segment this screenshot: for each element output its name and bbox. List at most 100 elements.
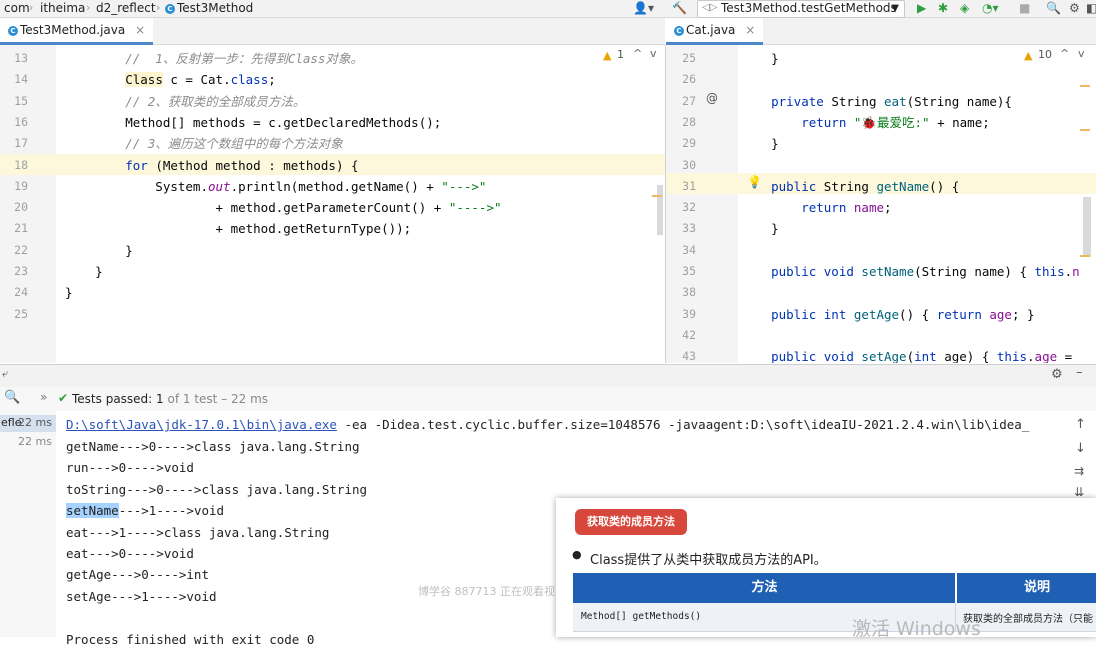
code-token: getName (876, 178, 930, 194)
breadcrumb-com[interactable]: com (4, 0, 30, 16)
run-icon[interactable]: ▶ (917, 1, 926, 15)
more-icon[interactable]: ◧ (1086, 1, 1096, 15)
scrollbar-thumb[interactable] (657, 185, 663, 235)
close-icon[interactable]: × (745, 23, 755, 37)
profile-icon[interactable]: ◔▾ (982, 1, 999, 15)
right-editor[interactable]: 25 } 26 27 private String eat(String name)… (666, 45, 1096, 363)
run-tool-window-header: ⤶ ⚙ – (0, 364, 1096, 388)
line-number: 17 (14, 136, 28, 151)
code-token: out (208, 178, 231, 194)
gear-icon[interactable]: ⚙ (1069, 1, 1080, 15)
previous-highlight-icon[interactable]: ^ (633, 47, 642, 60)
code-token: // 2、获取类的全部成员方法。 (65, 93, 306, 109)
next-highlight-icon[interactable]: v (650, 47, 657, 60)
check-icon: ✔ (58, 391, 69, 405)
line-number: 35 (682, 264, 696, 278)
close-icon[interactable]: × (135, 23, 145, 37)
code-token: public void (741, 264, 854, 279)
code-token: System. (65, 178, 208, 194)
code-token: "🐞最爱吃:" (853, 114, 930, 130)
code-token: eat (884, 93, 907, 109)
user-icon[interactable]: 👤▾ (633, 1, 654, 15)
code-token: return (936, 306, 982, 322)
scroll-to-end-icon[interactable]: ⇊ (1074, 485, 1084, 499)
code-line: public int getAge() { return age; } (741, 304, 1034, 325)
arrow-up-icon[interactable]: ↑ (1075, 417, 1086, 432)
code-token: } (65, 242, 133, 258)
code-token: String (816, 178, 877, 194)
build-hammer-icon[interactable]: 🔨 (672, 1, 687, 15)
code-token: class (230, 72, 269, 88)
next-highlight-icon[interactable]: v (1078, 47, 1085, 60)
tab-test3method[interactable]: C Test3Method.java × (0, 18, 154, 45)
header-description: 说明 (1023, 580, 1050, 595)
warning-stripe (1080, 255, 1090, 257)
scrollbar-thumb[interactable] (1083, 197, 1091, 257)
code-token: } (65, 264, 103, 279)
line-number: 18 (14, 157, 28, 172)
breadcrumb-d2-reflect[interactable]: d2_reflect (96, 0, 156, 16)
code-token: this (1034, 264, 1065, 279)
minimize-icon[interactable]: – (1076, 365, 1083, 380)
navigation-bar: com › itheima › d2_reflect › C Test3Metho… (0, 0, 1096, 18)
breadcrumb-class[interactable]: C Test3Method (165, 0, 253, 16)
code-token: public void (741, 349, 854, 363)
previous-highlight-icon[interactable]: ^ (1060, 47, 1069, 60)
console-line-rest: --->1---->void (118, 503, 225, 519)
code-token: this (996, 349, 1028, 363)
search-icon[interactable]: 🔍 (1046, 1, 1061, 15)
line-number: 24 (14, 285, 28, 300)
code-token: // 3、遍历这个数组中的每个方法对象 (65, 136, 343, 152)
arrow-down-icon[interactable]: ↓ (1075, 441, 1086, 456)
stop-icon[interactable]: ■ (1019, 1, 1030, 15)
coverage-icon[interactable]: ◈ (960, 1, 969, 15)
code-token: name (853, 200, 884, 216)
code-token: setName (861, 264, 915, 279)
code-line: } (741, 133, 779, 154)
soft-wrap-icon[interactable]: ⇉ (1074, 464, 1084, 478)
debug-icon[interactable]: ✱ (938, 1, 948, 15)
line-number: 14 (14, 72, 28, 87)
left-editor[interactable]: 13 // 1、反射第一步：先得到Class对象。 14 Class c = Ca… (0, 45, 666, 363)
code-token: Method[] methods = c.getDeclaredMethods(… (65, 114, 442, 130)
row-description: 获取类的全部成员方法（只能 (963, 614, 1093, 625)
intention-bulb-icon[interactable]: 💡 (747, 175, 762, 189)
code-token: ( (906, 349, 915, 363)
warning-count: 10 (1038, 48, 1052, 61)
code-token: getAge (853, 306, 900, 322)
warning-icon[interactable]: ▲ (1024, 49, 1032, 62)
gear-icon[interactable]: ⚙ (1051, 367, 1063, 382)
code-token: age (1034, 349, 1058, 363)
code-line: } (741, 48, 779, 69)
expand-icon[interactable]: » (40, 390, 47, 404)
warning-count: 1 (617, 48, 624, 61)
test-tree-row[interactable]: 22 ms (0, 434, 56, 451)
line-number: 22 (14, 242, 28, 257)
search-icon[interactable]: 🔍 (4, 390, 20, 405)
code-line: // 3、遍历这个数组中的每个方法对象 (65, 133, 343, 154)
console-line: toString--->0---->class java.lang.String (66, 481, 368, 497)
tool-window-icon[interactable]: ⤶ (2, 367, 8, 381)
code-line: System.out.println(method.getName() + "-… (65, 176, 486, 197)
code-token: (String name){ (906, 93, 1012, 109)
line-number: 15 (14, 93, 28, 108)
warning-icon[interactable]: ▲ (603, 49, 611, 62)
api-table-header: 方法 说明 (573, 573, 1096, 603)
run-configuration-select[interactable]: ◁▷ Test3Method.testGetMethods ▼ (697, 0, 905, 18)
code-token: Class (125, 72, 163, 88)
java-path-link[interactable]: D:\soft\Java\jdk-17.0.1\bin\java.exe (66, 417, 337, 432)
override-icon[interactable]: @ (706, 91, 718, 105)
code-token: int (914, 349, 937, 363)
code-token: () { (899, 306, 937, 322)
test-tree-row-selected[interactable]: efle 22 ms (0, 415, 56, 432)
code-token: return (741, 114, 847, 130)
right-editor-tabbar: C Cat.java × (666, 18, 1096, 45)
code-line: public void setAge(int age) { this.age = (741, 346, 1080, 363)
code-line: } (65, 261, 103, 282)
tab-cat[interactable]: C Cat.java × (666, 18, 764, 45)
breadcrumb-itheima[interactable]: itheima (40, 0, 85, 16)
test-status-text: Tests passed: 1 of 1 test – 22 ms (72, 392, 269, 406)
